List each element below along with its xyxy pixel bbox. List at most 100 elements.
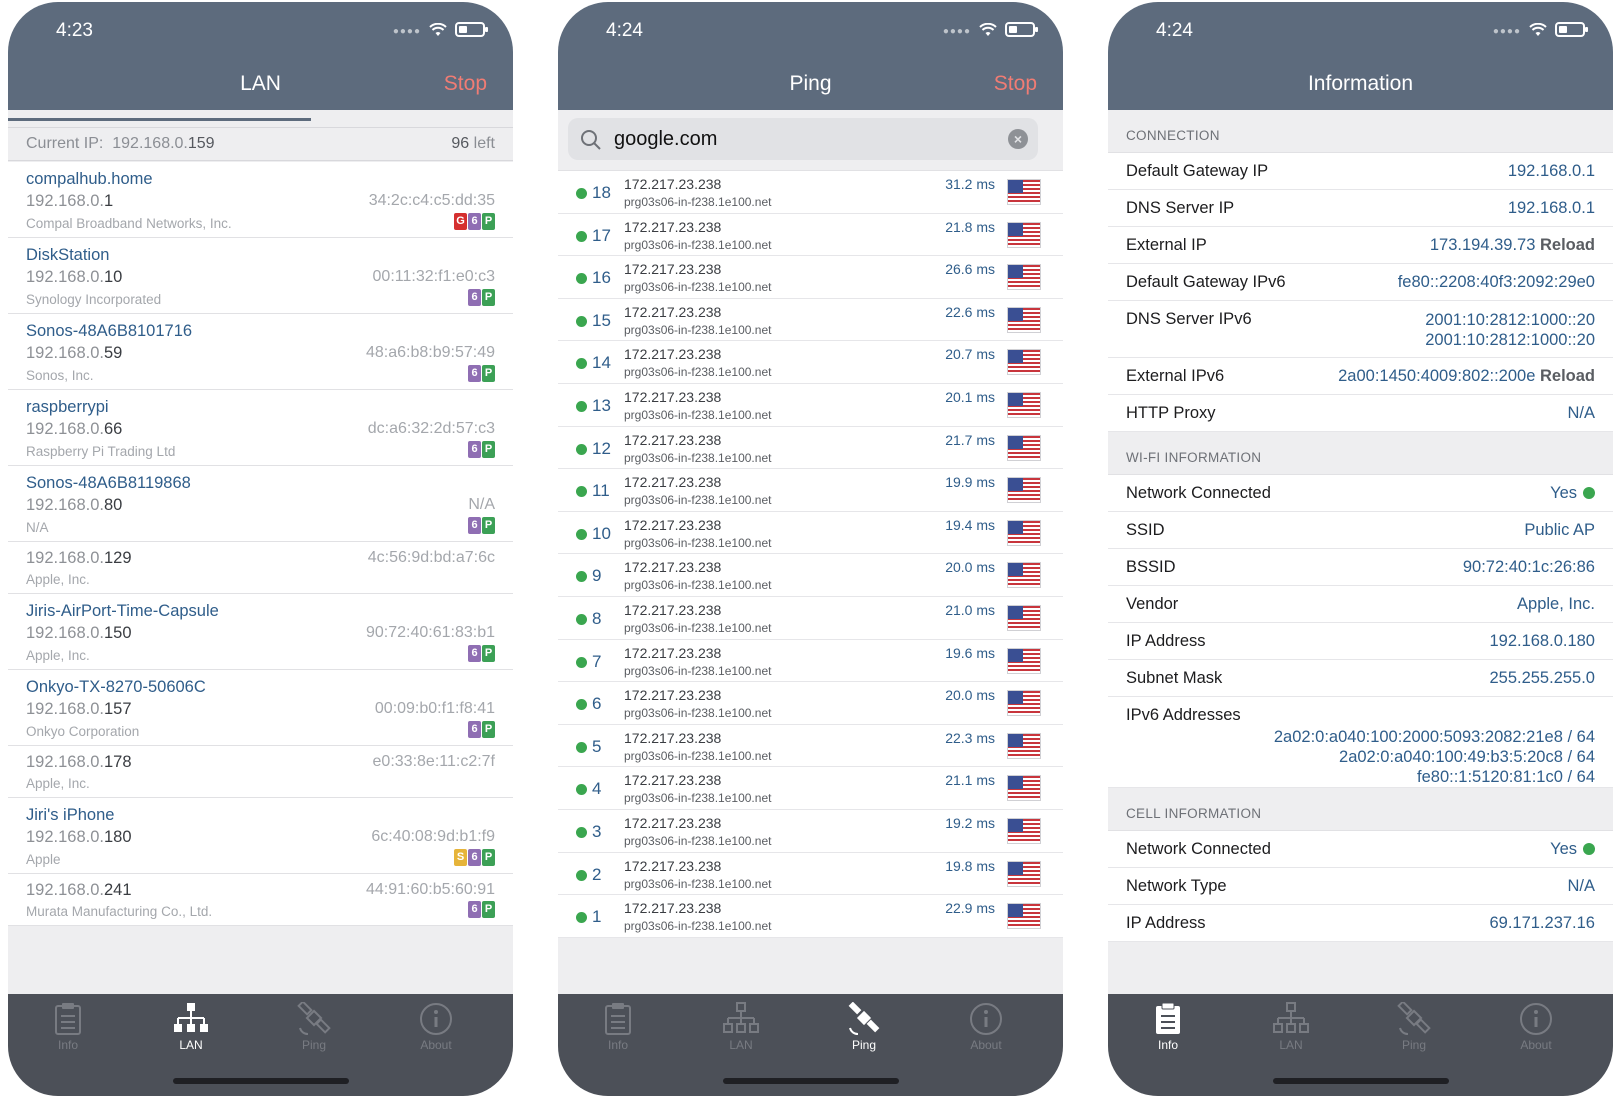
tab-ping[interactable]: Ping bbox=[814, 1002, 914, 1052]
ping-row[interactable]: 12 172.217.23.238 prg03s06-in-f238.1e100.n… bbox=[558, 427, 1063, 470]
device-row[interactable]: Sonos-48A6B8101716 192.168.0.59 Sonos, Inc… bbox=[8, 314, 513, 390]
row-value: 90:72:40:1c:26:86 bbox=[1462, 558, 1595, 576]
ping-row[interactable]: 11 172.217.23.238 prg03s06-in-f238.1e100.n… bbox=[558, 469, 1063, 512]
service-badges: 6P bbox=[468, 721, 495, 738]
current-ip-suffix: 159 bbox=[187, 135, 215, 152]
device-row[interactable]: 192.168.0.129 Apple, Inc. 4c:56:9d:bd:a7:6… bbox=[8, 542, 513, 594]
ping-sequence: 7 bbox=[592, 651, 602, 671]
us-flag-icon bbox=[1007, 860, 1041, 887]
service-badge: P bbox=[482, 645, 495, 662]
tab-lan[interactable]: LAN bbox=[1241, 1002, 1341, 1052]
us-flag-icon bbox=[1007, 732, 1041, 759]
device-vendor: Raspberry Pi Trading Ltd bbox=[26, 444, 176, 459]
dns6-value-a: 2001:10:2812:1000::20 bbox=[1425, 311, 1595, 329]
tab-ping[interactable]: Ping bbox=[1364, 1002, 1464, 1052]
ping-sequence: 10 bbox=[592, 523, 611, 543]
ping-row[interactable]: 13 172.217.23.238 prg03s06-in-f238.1e100.n… bbox=[558, 384, 1063, 427]
device-row[interactable]: 192.168.0.178 Apple, Inc. e0:33:8e:11:c2:7… bbox=[8, 746, 513, 798]
device-vendor: Apple, Inc. bbox=[26, 648, 90, 663]
row-value: 192.168.0.180 bbox=[1489, 632, 1595, 650]
device-name: Sonos-48A6B8101716 bbox=[26, 322, 193, 340]
ping-sequence: 9 bbox=[592, 566, 602, 586]
ping-row[interactable]: 4 172.217.23.238 prg03s06-in-f238.1e100.ne… bbox=[558, 767, 1063, 810]
ping-row[interactable]: 8 172.217.23.238 prg03s06-in-f238.1e100.ne… bbox=[558, 597, 1063, 640]
tab-label: LAN bbox=[179, 1038, 203, 1052]
service-badges: 6P bbox=[468, 365, 495, 382]
tab-about[interactable]: About bbox=[386, 1002, 486, 1052]
status-dot-icon bbox=[576, 826, 587, 838]
ping-row[interactable]: 17 172.217.23.238 prg03s06-in-f238.1e100.n… bbox=[558, 214, 1063, 257]
ping-row[interactable]: 7 172.217.23.238 prg03s06-in-f238.1e100.ne… bbox=[558, 640, 1063, 683]
tab-info[interactable]: Info bbox=[568, 1002, 668, 1052]
ping-host: prg03s06-in-f238.1e100.net bbox=[624, 620, 772, 635]
tab-about[interactable]: About bbox=[1486, 1002, 1586, 1052]
ping-row[interactable]: 3 172.217.23.238 prg03s06-in-f238.1e100.ne… bbox=[558, 810, 1063, 853]
connected-value: Yes bbox=[1550, 840, 1577, 858]
tab-lan[interactable]: LAN bbox=[691, 1002, 791, 1052]
tab-label: Info bbox=[1157, 1038, 1178, 1052]
status-icons: ●●●● bbox=[393, 22, 488, 37]
device-row[interactable]: 192.168.0.241 Murata Manufacturing Co., L… bbox=[8, 874, 513, 926]
status-dot-icon bbox=[576, 613, 587, 625]
ipv6-value-b: 2a02:0:a040:100:49:b3:5:20c8 / 64 bbox=[1339, 748, 1595, 766]
tab-ping[interactable]: Ping bbox=[264, 1002, 364, 1052]
service-badges: 6P bbox=[468, 645, 495, 662]
reload-button[interactable]: Reload bbox=[1540, 367, 1595, 385]
stop-button[interactable]: Stop bbox=[994, 72, 1037, 96]
service-badge: 6 bbox=[468, 365, 481, 382]
status-time: 4:24 bbox=[606, 20, 643, 41]
ping-sequence: 4 bbox=[592, 779, 602, 799]
ping-row[interactable]: 5 172.217.23.238 prg03s06-in-f238.1e100.ne… bbox=[558, 725, 1063, 768]
info-screen: 4:24 ●●●● Information CONNECTION Default… bbox=[1108, 2, 1613, 1096]
ping-host: prg03s06-in-f238.1e100.net bbox=[624, 365, 772, 380]
ping-row[interactable]: 15 172.217.23.238 prg03s06-in-f238.1e100.n… bbox=[558, 299, 1063, 342]
ping-sequence: 6 bbox=[592, 694, 602, 714]
ping-row[interactable]: 16 172.217.23.238 prg03s06-in-f238.1e100.n… bbox=[558, 256, 1063, 299]
battery-icon bbox=[1005, 22, 1038, 37]
tab-bar: Info LAN Ping About bbox=[8, 994, 513, 1096]
home-indicator[interactable] bbox=[722, 1078, 899, 1084]
ping-row[interactable]: 6 172.217.23.238 prg03s06-in-f238.1e100.ne… bbox=[558, 682, 1063, 725]
home-indicator[interactable] bbox=[1272, 1078, 1449, 1084]
ping-row[interactable]: 9 172.217.23.238 prg03s06-in-f238.1e100.ne… bbox=[558, 554, 1063, 597]
signal-icon: ●●●● bbox=[1492, 26, 1521, 37]
network-icon bbox=[174, 1003, 208, 1032]
device-row[interactable]: Jiri's iPhone 192.168.0.180 Apple 6c:40:08:… bbox=[8, 798, 513, 874]
row-label: DNS Server IP bbox=[1126, 199, 1235, 217]
tab-info[interactable]: Info bbox=[18, 1002, 118, 1052]
us-flag-icon bbox=[1007, 179, 1041, 205]
search-input[interactable]: google.com bbox=[614, 128, 717, 151]
ping-row[interactable]: 2 172.217.23.238 prg03s06-in-f238.1e100.ne… bbox=[558, 853, 1063, 896]
connected-value: Yes bbox=[1550, 484, 1577, 502]
device-row[interactable]: Sonos-48A6B8119868 192.168.0.80 N/A N/A 6 P bbox=[8, 466, 513, 542]
device-row[interactable]: Jiris-AirPort-Time-Capsule 192.168.0.150 A… bbox=[8, 594, 513, 670]
ping-sequence: 12 bbox=[592, 438, 611, 458]
ping-row[interactable]: 1 172.217.23.238 prg03s06-in-f238.1e100.ne… bbox=[558, 895, 1063, 938]
tab-lan[interactable]: LAN bbox=[141, 1002, 241, 1052]
ping-ip: 172.217.23.238 bbox=[624, 261, 722, 278]
ping-screen: 4:24 ●●●● Ping Stop google.com × 18 172.2… bbox=[558, 2, 1063, 1096]
tab-about[interactable]: About bbox=[936, 1002, 1036, 1052]
device-row[interactable]: raspberrypi 192.168.0.66 Raspberry Pi Trad… bbox=[8, 390, 513, 466]
ping-row[interactable]: 14 172.217.23.238 prg03s06-in-f238.1e100.n… bbox=[558, 341, 1063, 384]
stop-button[interactable]: Stop bbox=[444, 72, 487, 96]
status-dot-icon bbox=[576, 912, 587, 924]
device-mac: N/A bbox=[468, 496, 495, 513]
reload-button[interactable]: Reload bbox=[1540, 236, 1595, 254]
device-name: Onkyo-TX-8270-50606C bbox=[26, 678, 206, 696]
device-row[interactable]: compalhub.home 192.168.0.1 Compal Broadban… bbox=[8, 162, 513, 238]
home-indicator[interactable] bbox=[172, 1078, 349, 1084]
status-dot-icon bbox=[576, 273, 587, 285]
tab-info[interactable]: Info bbox=[1118, 1002, 1218, 1052]
row-value: 2001:10:2812:1000::20 2001:10:2812:1000::… bbox=[1425, 310, 1595, 350]
ping-row[interactable]: 10 172.217.23.238 prg03s06-in-f238.1e100.n… bbox=[558, 512, 1063, 555]
device-row[interactable]: Onkyo-TX-8270-50606C 192.168.0.157 Onkyo C… bbox=[8, 670, 513, 746]
search-field[interactable]: google.com × bbox=[568, 118, 1038, 160]
ping-ip: 172.217.23.238 bbox=[624, 687, 722, 704]
us-flag-icon bbox=[1007, 306, 1041, 333]
ping-row[interactable]: 18 172.217.23.238 prg03s06-in-f238.1e100.n… bbox=[558, 171, 1063, 214]
status-dot-icon bbox=[576, 358, 587, 370]
clear-icon[interactable]: × bbox=[1008, 129, 1028, 149]
device-name: compalhub.home bbox=[26, 170, 153, 188]
device-row[interactable]: DiskStation 192.168.0.10 Synology Incorpor… bbox=[8, 238, 513, 314]
